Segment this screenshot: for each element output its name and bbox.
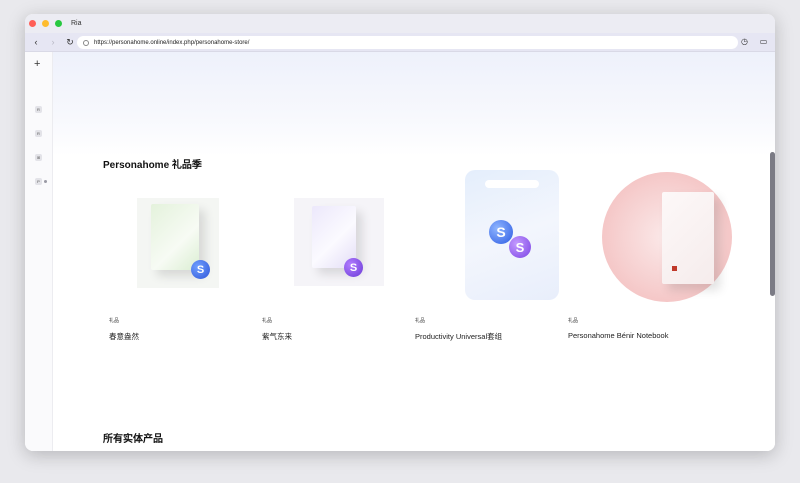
- s-logo-icon: S: [489, 220, 513, 244]
- s-logo-icon: S: [191, 260, 210, 279]
- browser-window: Ria ‹ › ↻ https://personahome.online/ind…: [25, 14, 775, 451]
- product-image-spring[interactable]: S: [107, 174, 247, 306]
- product-card[interactable]: S 礼品 春意盎然: [107, 174, 247, 341]
- white-notebook: [662, 192, 714, 284]
- product-tag: 礼品: [109, 318, 120, 324]
- sidebar-item-r1[interactable]: R: [35, 106, 42, 113]
- sidebar-item-p[interactable]: P: [35, 178, 42, 185]
- gift-bag-handle: [485, 180, 539, 188]
- window-title: Ria: [71, 20, 82, 27]
- product-name[interactable]: 春意盎然: [109, 331, 139, 342]
- reload-button[interactable]: ↻: [63, 35, 77, 49]
- green-notebook: [151, 204, 199, 270]
- product-image-purple[interactable]: S: [260, 174, 400, 306]
- notebook-seal-icon: [672, 266, 677, 271]
- forward-button[interactable]: ›: [46, 35, 60, 49]
- close-window-button[interactable]: [29, 20, 36, 27]
- product-tag: 礼品: [415, 318, 426, 324]
- product-image-notebook[interactable]: [566, 172, 732, 306]
- traffic-lights: [29, 20, 62, 27]
- product-card[interactable]: S S 礼品 Productivity Universal套组: [413, 170, 559, 341]
- product-name[interactable]: Productivity Universal套组: [415, 331, 502, 342]
- sidebar-item-r2[interactable]: R: [35, 130, 42, 137]
- s-logo-icon: S: [344, 258, 363, 277]
- product-tag: 礼品: [262, 318, 273, 324]
- product-image-universal[interactable]: S S: [413, 170, 559, 306]
- chat-icon[interactable]: ▭: [758, 36, 769, 47]
- back-button[interactable]: ‹: [29, 35, 43, 49]
- browser-toolbar: ‹ › ↻ https://personahome.online/index.p…: [25, 33, 775, 52]
- title-bar: Ria: [25, 14, 775, 33]
- globe-icon: [83, 39, 89, 46]
- s-logo-icon: S: [509, 236, 531, 258]
- sidebar: + R R ⊞ P: [25, 52, 53, 451]
- sidebar-active-dot: [44, 180, 47, 183]
- product-name[interactable]: 紫气东来: [262, 331, 292, 342]
- page-content: Personahome 礼品季 S 礼品 春意盎然 S 礼品 紫气东来 S S …: [53, 52, 775, 451]
- sidebar-item-grid[interactable]: ⊞: [35, 154, 42, 161]
- history-icon[interactable]: ◷: [739, 36, 750, 47]
- product-card[interactable]: 礼品 Personahome Bénir Notebook: [566, 172, 732, 340]
- new-tab-plus-icon[interactable]: +: [34, 58, 40, 70]
- address-bar[interactable]: https://personahome.online/index.php/per…: [77, 36, 738, 49]
- product-tag: 礼品: [568, 318, 579, 324]
- gift-section-title: Personahome 礼品季: [103, 160, 202, 171]
- zoom-window-button[interactable]: [55, 20, 62, 27]
- all-products-title: 所有实体产品: [103, 434, 163, 445]
- product-name[interactable]: Personahome Bénir Notebook: [568, 331, 668, 340]
- toolbar-actions: ◷ ▭: [739, 36, 769, 47]
- url-text[interactable]: https://personahome.online/index.php/per…: [94, 40, 249, 46]
- minimize-window-button[interactable]: [42, 20, 49, 27]
- scrollbar-thumb[interactable]: [770, 152, 775, 296]
- product-card[interactable]: S 礼品 紫气东来: [260, 174, 400, 341]
